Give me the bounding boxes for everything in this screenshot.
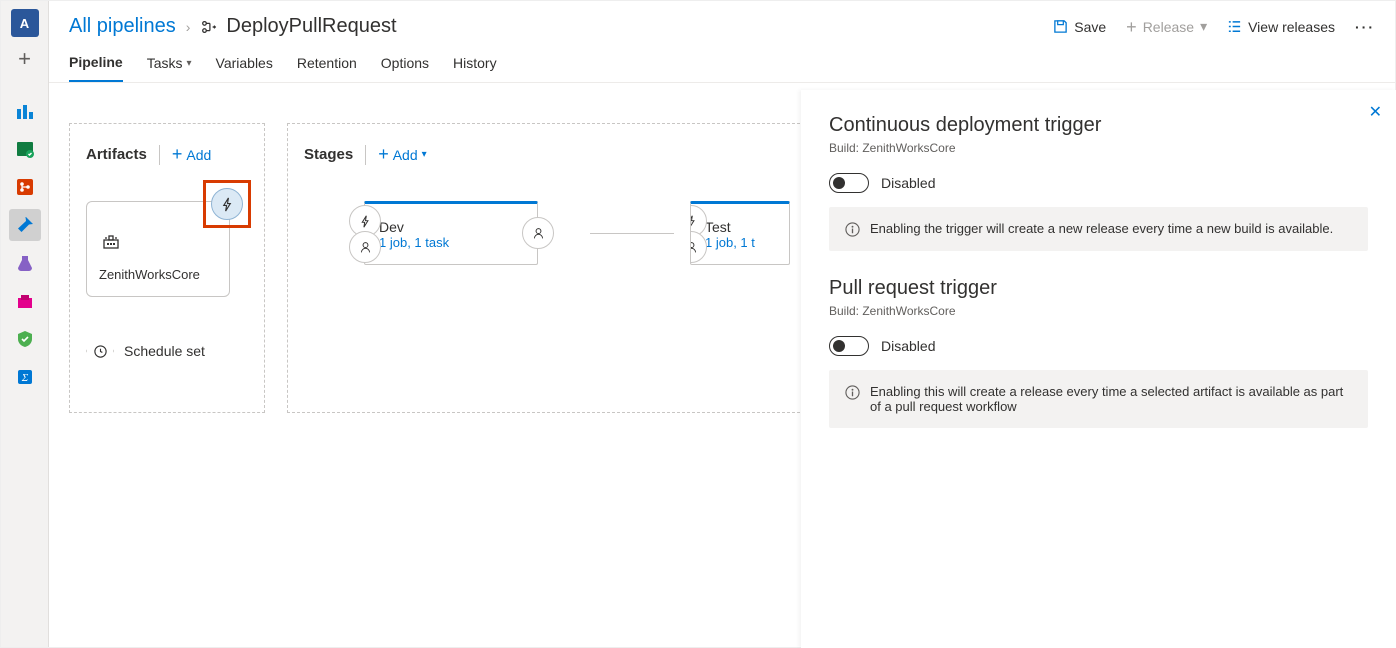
list-icon [1227,19,1242,34]
tab-pipeline[interactable]: Pipeline [69,54,123,82]
pr-trigger-toggle[interactable] [829,336,869,356]
pr-toggle-label: Disabled [881,338,935,354]
stage-test[interactable]: Test 1 job, 1 t [690,201,790,265]
artifacts-title: Artifacts [86,146,147,163]
tab-retention[interactable]: Retention [297,54,357,82]
org-avatar[interactable]: A [11,9,39,37]
artifact-card[interactable]: ZenithWorksCore [86,201,230,297]
left-rail: A + Σ [1,1,49,647]
cd-toggle-label: Disabled [881,175,935,191]
cd-info-box: Enabling the trigger will create a new r… [829,207,1368,251]
nav-repos-icon[interactable] [9,171,41,203]
post-deploy-approvals-icon[interactable] [522,217,554,249]
close-panel-button[interactable]: ✕ [1369,102,1382,122]
tab-variables[interactable]: Variables [216,54,273,82]
more-button[interactable]: ··· [1355,19,1375,35]
pr-build-subtitle: Build: ZenithWorksCore [829,304,1368,318]
stage-dev-jobs-link[interactable]: 1 job, 1 task [379,235,523,250]
cd-trigger-toggle[interactable] [829,173,869,193]
chevron-down-icon: ▾ [1200,18,1207,35]
tab-tasks[interactable]: Tasks▾ [147,54,192,82]
view-releases-button[interactable]: View releases [1227,19,1335,35]
nav-artifacts-icon[interactable] [9,285,41,317]
tab-options[interactable]: Options [381,54,429,82]
cd-trigger-button[interactable] [211,188,243,220]
nav-boards-icon[interactable] [9,133,41,165]
stage-dev[interactable]: Dev 1 job, 1 task [364,201,538,265]
artifact-name: ZenithWorksCore [99,267,217,282]
info-icon [845,222,860,237]
release-button[interactable]: + Release ▾ [1126,18,1207,35]
trigger-side-panel: ✕ Continuous deployment trigger Build: Z… [801,90,1396,648]
tabs: Pipeline Tasks▾ Variables Retention Opti… [49,38,1395,83]
chevron-down-icon: ▾ [422,149,427,160]
schedule-icon [86,337,114,365]
chevron-down-icon: ▾ [186,58,191,69]
stage-test-jobs-link[interactable]: 1 job, 1 t [705,235,775,250]
pr-info-box: Enabling this will create a release ever… [829,370,1368,428]
tab-history[interactable]: History [453,54,497,82]
page-header: All pipelines › DeployPullRequest Save +… [49,1,1395,38]
breadcrumb-root[interactable]: All pipelines [69,15,176,38]
pre-deploy-approvals-icon[interactable] [690,231,707,263]
rail-add-button[interactable]: + [9,43,41,75]
nav-dashboards-icon[interactable] [9,95,41,127]
pipeline-icon [200,18,218,36]
cd-trigger-title: Continuous deployment trigger [829,114,1368,137]
nav-compliance-icon[interactable] [9,323,41,355]
save-icon [1053,19,1068,34]
nav-pipelines-icon[interactable] [9,209,41,241]
add-stage-button[interactable]: +Add▾ [378,144,426,165]
info-icon [845,385,860,400]
stages-title: Stages [304,146,353,163]
pr-trigger-title: Pull request trigger [829,277,1368,300]
breadcrumb-title: DeployPullRequest [200,15,396,38]
breadcrumb: All pipelines › DeployPullRequest [69,15,397,38]
cd-build-subtitle: Build: ZenithWorksCore [829,141,1368,155]
schedule-chip[interactable]: Schedule set [86,337,248,365]
stage-connector [590,233,674,234]
nav-testplans-icon[interactable] [9,247,41,279]
save-button[interactable]: Save [1053,19,1106,35]
chevron-right-icon: › [186,19,191,35]
nav-extension-icon[interactable]: Σ [9,361,41,393]
build-icon [101,232,121,250]
add-artifact-button[interactable]: +Add [172,144,211,165]
svg-text:Σ: Σ [20,372,28,384]
artifacts-panel: Artifacts +Add ZenithWorksCore [69,123,265,413]
pre-deploy-approvals-icon[interactable] [349,231,381,263]
lightning-icon [220,197,235,212]
